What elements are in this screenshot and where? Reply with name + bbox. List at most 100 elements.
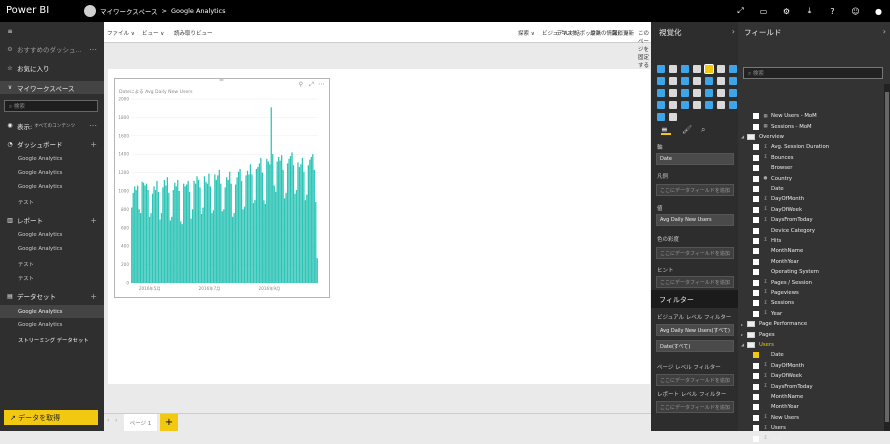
- field-item[interactable]: Σ DayOfWeek: [738, 205, 884, 215]
- bar[interactable]: [252, 202, 255, 283]
- next-page-icon[interactable]: ›: [115, 417, 117, 424]
- field-item[interactable]: Σ DayOfWeek: [738, 371, 884, 381]
- bar[interactable]: [186, 184, 188, 283]
- notifications-icon[interactable]: ▭: [752, 0, 775, 22]
- collapse-viz-icon[interactable]: ›: [732, 27, 735, 36]
- bar[interactable]: [150, 213, 152, 283]
- bar[interactable]: [178, 191, 180, 283]
- bar[interactable]: [166, 177, 168, 283]
- field-checkbox[interactable]: [753, 175, 759, 182]
- field-checkbox[interactable]: [753, 196, 759, 203]
- field-table[interactable]: ◢ Users: [738, 340, 884, 350]
- bar[interactable]: [159, 219, 161, 283]
- bar[interactable]: [218, 169, 220, 283]
- field-item[interactable]: Σ DayOfMonth: [738, 194, 884, 204]
- bar[interactable]: [174, 182, 176, 283]
- bar[interactable]: [313, 169, 315, 283]
- field-table[interactable]: ◢ Overview: [738, 132, 884, 142]
- bar[interactable]: [264, 203, 266, 283]
- bar[interactable]: [191, 209, 194, 283]
- download-icon[interactable]: ⤓: [798, 0, 821, 22]
- bar[interactable]: [148, 216, 151, 283]
- bar[interactable]: [258, 163, 261, 283]
- dataset-item-selected[interactable]: Google Analytics: [0, 305, 104, 318]
- nav-recommended[interactable]: ⚙ おすすめのダッシュ... ⋯: [0, 43, 104, 55]
- nav-favorites[interactable]: ☆ お気に入り: [0, 62, 104, 74]
- report-item[interactable]: Google Analytics: [18, 246, 62, 252]
- bar[interactable]: [188, 191, 191, 283]
- fields-scrollbar[interactable]: [884, 84, 890, 431]
- visual-container[interactable]: = ⚲ ⤢ ⋯ Dateによる Avg Daily New Users 0 200…: [114, 77, 330, 298]
- bar[interactable]: [194, 183, 197, 283]
- field-item[interactable]: Σ Users: [738, 423, 884, 433]
- color-saturation-well[interactable]: ここにデータフィールドを追加: [656, 247, 734, 259]
- bar[interactable]: [181, 224, 183, 283]
- report-filters-well[interactable]: ここにデータフィールドを追加: [656, 401, 734, 413]
- pin-page-button[interactable]: このページを固定する: [638, 29, 651, 69]
- bar[interactable]: [301, 157, 304, 283]
- line-column-icon[interactable]: [681, 77, 689, 85]
- dataset-item[interactable]: ストリーミング データセット: [18, 336, 89, 344]
- bar[interactable]: [251, 174, 253, 283]
- bar[interactable]: [257, 167, 259, 283]
- help-icon[interactable]: ?: [821, 0, 844, 22]
- funnel-icon[interactable]: [717, 89, 725, 97]
- bar[interactable]: [230, 183, 232, 283]
- bar[interactable]: [304, 200, 307, 283]
- report-canvas[interactable]: = ⚲ ⤢ ⋯ Dateによる Avg Daily New Users 0 200…: [108, 69, 650, 384]
- field-checkbox[interactable]: [753, 227, 759, 234]
- bar[interactable]: [224, 187, 226, 283]
- bar[interactable]: [316, 258, 318, 283]
- bar[interactable]: [248, 174, 250, 283]
- bar[interactable]: [142, 182, 145, 283]
- field-item[interactable]: ▦ Sessions - MoM: [738, 121, 884, 131]
- bar[interactable]: [215, 179, 217, 283]
- bar[interactable]: [270, 107, 272, 283]
- bar[interactable]: [160, 213, 163, 283]
- axis-well[interactable]: Date: [656, 153, 734, 165]
- bar[interactable]: [175, 186, 177, 283]
- stacked-column-icon[interactable]: [669, 65, 677, 73]
- bar[interactable]: [184, 186, 186, 283]
- bar[interactable]: [140, 213, 142, 283]
- bar[interactable]: [276, 161, 278, 283]
- field-checkbox[interactable]: [753, 393, 759, 400]
- bar[interactable]: [233, 213, 235, 283]
- bar[interactable]: [134, 186, 136, 283]
- dashboard-item[interactable]: Google Analytics: [18, 156, 62, 162]
- treemap-icon[interactable]: [681, 89, 689, 97]
- legend-well[interactable]: ここにデータフィールドを追加: [656, 184, 734, 196]
- bar[interactable]: [278, 156, 280, 283]
- field-item[interactable]: Operating System: [738, 267, 884, 277]
- bar[interactable]: [145, 183, 148, 283]
- field-checkbox[interactable]: [753, 435, 759, 442]
- field-checkbox[interactable]: [753, 425, 759, 432]
- bar[interactable]: [291, 152, 293, 283]
- bar[interactable]: [162, 187, 164, 283]
- waterfall-icon[interactable]: [717, 77, 725, 85]
- bar[interactable]: [297, 162, 299, 283]
- file-menu[interactable]: ファイル ∨: [107, 29, 135, 37]
- slicer-icon[interactable]: [693, 101, 701, 109]
- bar[interactable]: [169, 220, 171, 283]
- area-chart-icon[interactable]: [657, 77, 665, 85]
- field-item[interactable]: Σ DaysFromToday: [738, 381, 884, 391]
- bar[interactable]: [217, 175, 219, 283]
- bar[interactable]: [267, 161, 269, 283]
- bar[interactable]: [227, 179, 229, 283]
- field-table[interactable]: ▸ Page Performance: [738, 319, 884, 329]
- bar[interactable]: [214, 174, 216, 283]
- r-visual-icon[interactable]: [729, 101, 737, 109]
- bar[interactable]: [197, 179, 200, 283]
- bar[interactable]: [177, 179, 179, 283]
- field-checkbox[interactable]: [753, 123, 759, 130]
- field-item[interactable]: Device Category: [738, 225, 884, 235]
- field-checkbox[interactable]: [753, 289, 759, 296]
- field-checkbox[interactable]: [753, 373, 759, 380]
- field-item[interactable]: Σ Avg. Session Duration: [738, 142, 884, 152]
- table-visual-icon[interactable]: [705, 101, 713, 109]
- field-checkbox[interactable]: [753, 279, 759, 286]
- app-logo[interactable]: Power BI: [6, 5, 49, 16]
- bar[interactable]: [229, 171, 231, 283]
- bar-chart[interactable]: 0 200 400 600 800 1000 1200 1400 1600 1800 2000 201…: [115, 97, 329, 297]
